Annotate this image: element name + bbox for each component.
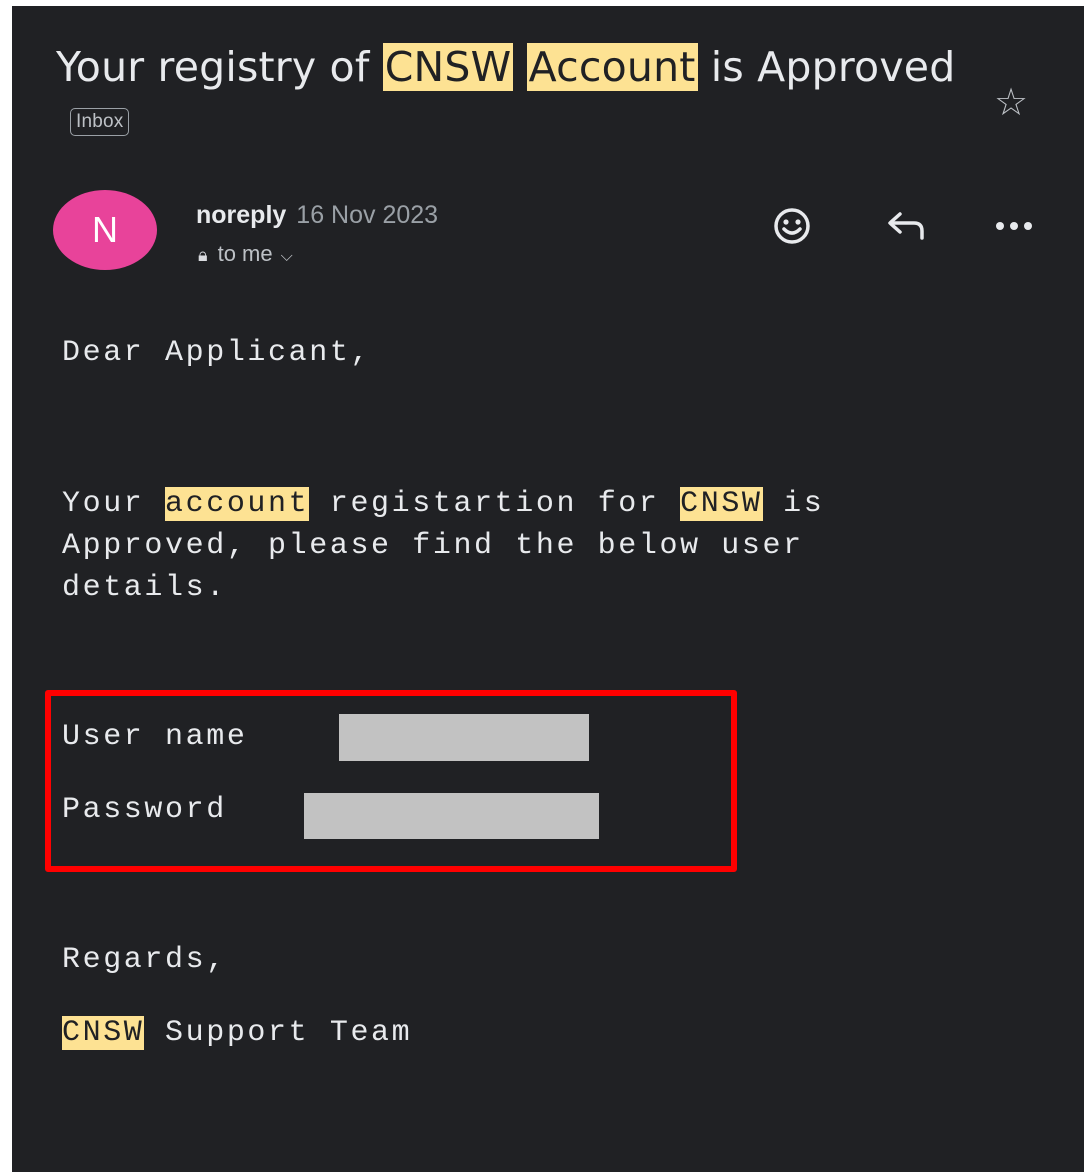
- subject-highlight-account: Account: [526, 43, 698, 91]
- subject-text-end: is Approved: [697, 43, 956, 91]
- username-label: User name: [62, 720, 248, 754]
- subject-space: [513, 43, 526, 91]
- highlight-cnsw-signature: CNSW: [62, 1016, 145, 1050]
- more-options-icon[interactable]: [990, 202, 1038, 250]
- email-greeting: Dear Applicant,: [62, 336, 372, 370]
- message-actions: [768, 202, 1058, 250]
- email-paragraph: Your account registartion for CNSW is Ap…: [62, 483, 824, 609]
- email-subject: Your registry of CNSW Account is Approve…: [56, 40, 956, 148]
- highlight-cnsw: CNSW: [680, 487, 763, 521]
- sender-name[interactable]: noreply: [196, 201, 286, 229]
- email-signature: CNSW Support Team: [62, 1016, 412, 1050]
- email-closing: Regards,: [62, 943, 227, 977]
- reply-icon[interactable]: [882, 202, 930, 250]
- password-label: Password: [62, 793, 227, 827]
- recipient-details-toggle[interactable]: 🔒︎ to me ⌵: [198, 240, 293, 271]
- paragraph-line-3: details.: [62, 571, 227, 605]
- email-date: 16 Nov 2023: [296, 201, 439, 229]
- sender-avatar[interactable]: N: [53, 190, 157, 270]
- paragraph-text: is: [762, 487, 825, 521]
- chevron-down-icon: ⌵: [280, 248, 293, 265]
- highlight-account: account: [165, 487, 310, 521]
- sender-line: noreply 16 Nov 2023: [196, 200, 438, 230]
- paragraph-line-2: Approved, please find the below user: [62, 529, 804, 563]
- subject-highlight-cnsw: CNSW: [382, 43, 514, 91]
- inbox-label-chip[interactable]: Inbox: [70, 108, 130, 136]
- recipient-text: to me: [217, 241, 273, 266]
- username-redacted: [339, 714, 589, 761]
- subject-text: Your registry of: [56, 43, 383, 91]
- lock-icon: 🔒︎: [198, 245, 208, 265]
- email-view: Your registry of CNSW Account is Approve…: [12, 6, 1084, 1172]
- signature-text: Support Team: [144, 1016, 413, 1050]
- star-icon[interactable]: ☆: [994, 82, 1028, 122]
- emoji-reaction-icon[interactable]: [768, 202, 816, 250]
- paragraph-text: Your: [62, 487, 166, 521]
- paragraph-text: registartion for: [309, 487, 681, 521]
- password-redacted: [304, 793, 599, 839]
